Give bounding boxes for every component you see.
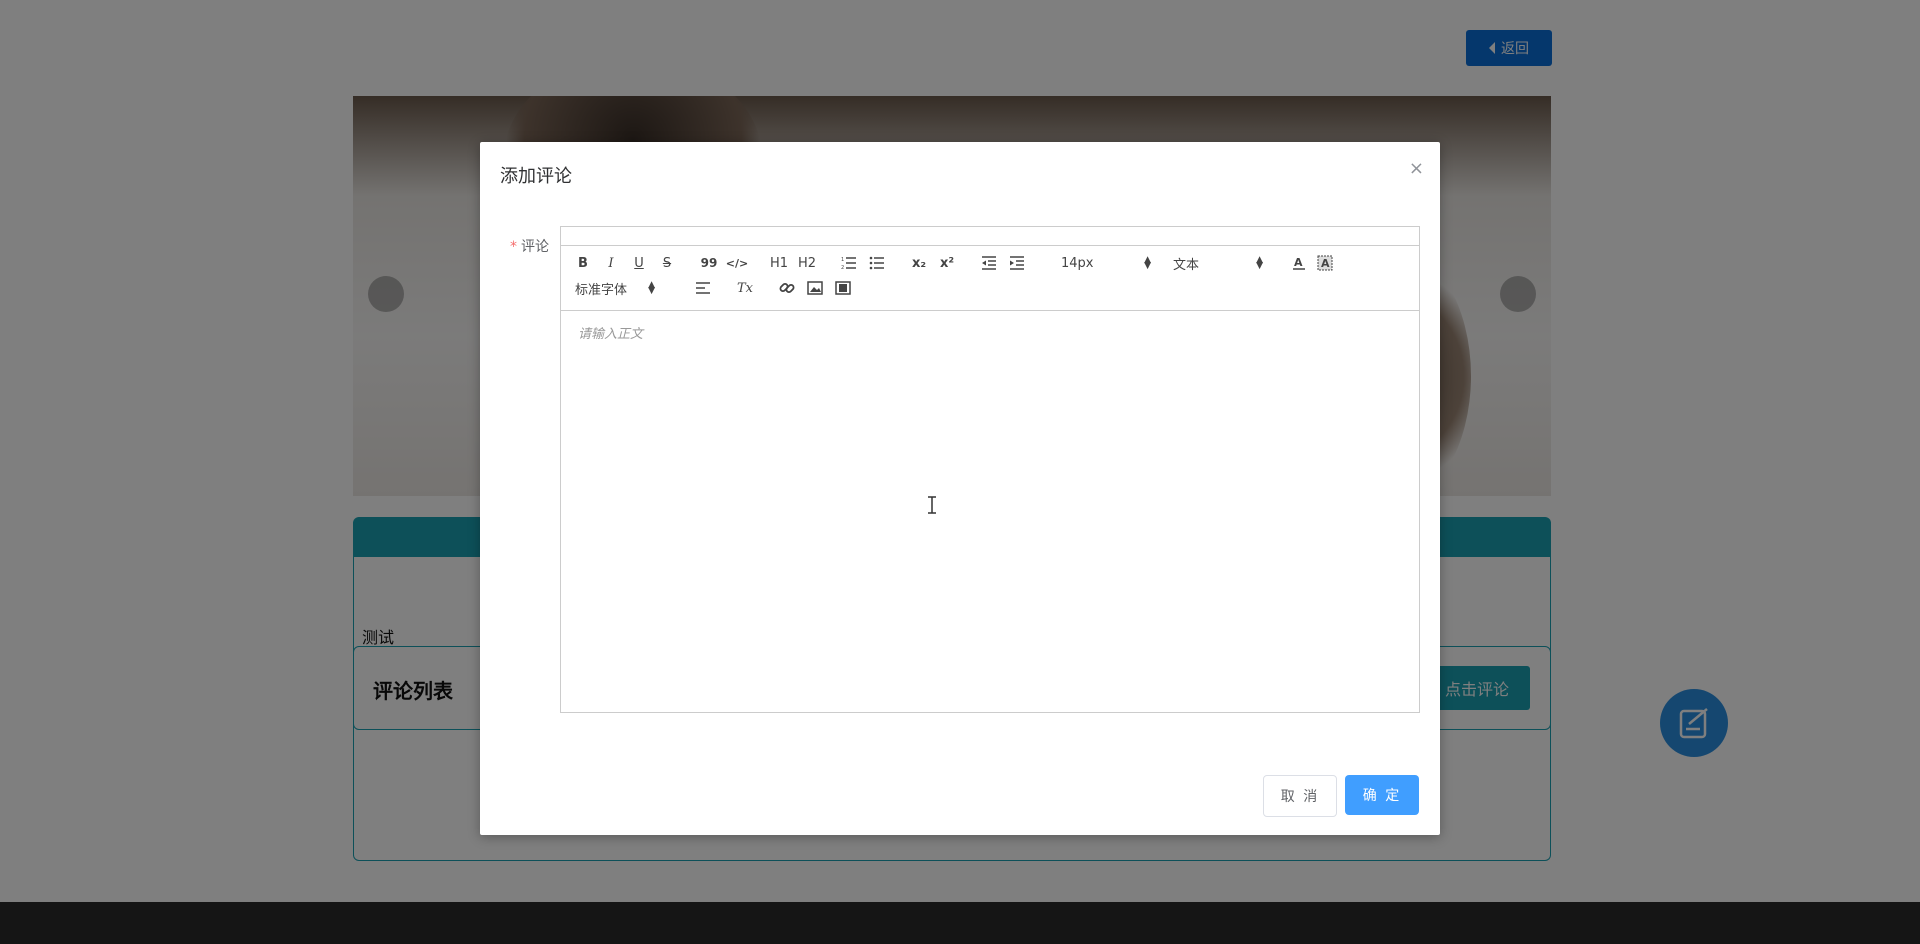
font-family-value: 标准字体 — [575, 282, 628, 298]
close-icon[interactable]: × — [1409, 160, 1424, 178]
modal-overlay-footer — [0, 902, 1920, 944]
header-2-button[interactable]: H2 — [795, 252, 819, 274]
select-arrows-icon: ▲ ▼ — [648, 280, 655, 296]
link-button[interactable] — [775, 277, 799, 299]
select-arrows-icon: ▲ ▼ — [1144, 255, 1151, 271]
blockquote-button[interactable]: 99 — [697, 252, 721, 274]
video-icon — [835, 281, 851, 295]
font-size-select[interactable]: 14px ▲ ▼ — [1061, 252, 1151, 274]
svg-text:A: A — [1321, 257, 1330, 270]
svg-text:1: 1 — [841, 257, 844, 263]
indent-icon — [1010, 256, 1024, 270]
bold-button[interactable]: B — [571, 252, 595, 274]
font-color-button[interactable]: A — [1287, 252, 1311, 274]
bullet-list-icon — [869, 256, 884, 270]
strike-button[interactable]: S — [655, 252, 679, 274]
background-color-button[interactable]: A — [1313, 252, 1337, 274]
underline-button[interactable]: U — [627, 252, 651, 274]
font-size-value: 14px — [1061, 255, 1094, 271]
outdent-button[interactable] — [977, 252, 1001, 274]
subscript-button[interactable]: x₂ — [907, 252, 931, 274]
confirm-button[interactable]: 确 定 — [1345, 775, 1419, 815]
indent-button[interactable] — [1005, 252, 1029, 274]
cancel-button[interactable]: 取 消 — [1263, 775, 1337, 817]
font-family-select[interactable]: 标准字体 ▲ ▼ — [575, 277, 655, 299]
background-color-icon: A — [1317, 255, 1333, 271]
dialog-title: 添加评论 — [500, 166, 572, 187]
font-color-icon: A — [1293, 256, 1305, 270]
comment-label-text: 评论 — [521, 239, 549, 255]
video-button[interactable] — [831, 277, 855, 299]
header-1-button[interactable]: H1 — [767, 252, 791, 274]
editor-toolbar: B I U S 99 </> H1 H2 12 x₂ x² 14px ▲ ▼ 文… — [561, 246, 1419, 311]
editor-content-area[interactable]: 请输入正文 — [561, 311, 1419, 711]
select-arrows-icon: ▲ ▼ — [1256, 255, 1263, 271]
image-button[interactable] — [803, 277, 827, 299]
clear-format-button[interactable]: Tx — [733, 277, 757, 299]
text-cursor-icon — [928, 496, 936, 514]
link-icon — [779, 283, 795, 293]
rich-text-editor: B I U S 99 </> H1 H2 12 x₂ x² 14px ▲ ▼ 文… — [560, 226, 1420, 713]
align-left-icon — [696, 282, 710, 294]
ordered-list-icon: 12 — [841, 257, 856, 270]
editor-top-strip — [561, 227, 1419, 246]
editor-placeholder: 请输入正文 — [578, 327, 644, 342]
code-block-button[interactable]: </> — [725, 252, 749, 274]
header-select[interactable]: 文本 ▲ ▼ — [1173, 252, 1263, 274]
outdent-icon — [982, 256, 996, 270]
add-comment-dialog: 添加评论 × * 评论 B I U S 99 </> H1 H2 12 x₂ x² — [480, 142, 1440, 835]
header-select-value: 文本 — [1173, 257, 1200, 273]
ordered-list-button[interactable]: 12 — [837, 252, 861, 274]
svg-text:A: A — [1294, 256, 1303, 269]
bullet-list-button[interactable] — [865, 252, 889, 274]
align-left-button[interactable] — [691, 277, 715, 299]
required-mark: * — [510, 239, 517, 255]
italic-button[interactable]: I — [599, 252, 623, 274]
svg-text:2: 2 — [841, 265, 844, 270]
comment-form-label: * 评论 — [510, 236, 549, 256]
image-icon — [807, 281, 823, 295]
superscript-button[interactable]: x² — [935, 252, 959, 274]
